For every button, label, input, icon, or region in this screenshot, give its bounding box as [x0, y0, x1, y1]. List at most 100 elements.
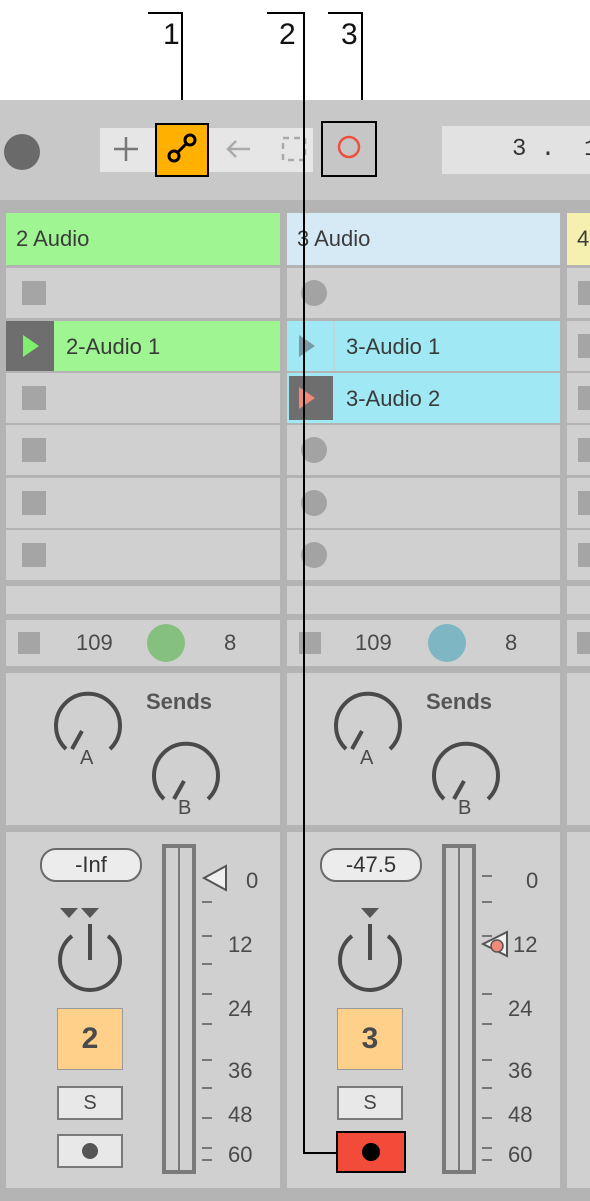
send-b-label: B [458, 797, 472, 819]
link-button[interactable] [155, 123, 209, 177]
clip-slot[interactable] [6, 530, 280, 580]
stop-button-icon[interactable] [22, 491, 46, 515]
arm-button[interactable] [57, 1134, 123, 1168]
clip-divider [333, 321, 335, 371]
callout-2: 2 [279, 18, 296, 51]
clip-slot[interactable] [567, 530, 590, 580]
stop-button-icon[interactable] [22, 438, 46, 462]
meter-tick: 24 [508, 996, 533, 1021]
pan-dial-icon[interactable] [330, 902, 410, 992]
stop-all-icon[interactable] [577, 632, 590, 654]
volume-readout[interactable]: -47.5 [320, 848, 422, 882]
track-name: 3 Audio [297, 226, 371, 251]
stop-button-icon[interactable] [578, 438, 590, 462]
meter-tick: 48 [228, 1102, 253, 1127]
circle-record-icon [335, 133, 363, 166]
callout-3-line [328, 12, 363, 14]
volume-readout[interactable]: -Inf [40, 848, 142, 882]
empty-slot-row [287, 586, 560, 614]
io-right-value: 8 [505, 630, 518, 655]
level-meter [442, 844, 476, 1174]
meter-tick: 24 [228, 996, 253, 1021]
volume-fader-icon[interactable] [477, 930, 511, 958]
metronome-dot[interactable] [4, 134, 40, 170]
stop-button-icon[interactable] [578, 386, 590, 410]
clip-slot[interactable] [567, 373, 590, 423]
callout-3: 3 [341, 18, 358, 51]
session-record-button[interactable] [321, 121, 377, 177]
mixer-panel [567, 832, 590, 1188]
io-right-value: 8 [224, 630, 237, 655]
track-activator-button[interactable]: 2 [57, 1008, 123, 1070]
stop-button-icon[interactable] [578, 281, 590, 305]
send-b-label: B [178, 797, 192, 819]
track-header-2[interactable]: 2 Audio [6, 213, 280, 265]
track-name: 4 [577, 226, 590, 251]
arrow-left-icon[interactable] [220, 123, 256, 175]
clip-slot[interactable] [567, 425, 590, 475]
solo-button[interactable]: S [337, 1086, 403, 1120]
clip-slot[interactable]: 3-Audio 1 [287, 321, 560, 371]
clip-slot[interactable]: 2-Audio 1 [6, 321, 280, 371]
clip-slot[interactable] [567, 268, 590, 318]
plus-icon[interactable] [104, 123, 148, 175]
mixer-panel: -47.5 3 S 0 12 24 36 48 60 [287, 832, 560, 1188]
callout-1-line [148, 12, 183, 14]
track-activator-button[interactable]: 3 [337, 1008, 403, 1070]
clip-slot[interactable] [287, 478, 560, 528]
clip-slot[interactable]: 3-Audio 2 [287, 373, 560, 423]
arm-button-active[interactable] [336, 1131, 406, 1173]
io-left-value: 109 [76, 630, 113, 655]
clip-slot[interactable] [6, 425, 280, 475]
mixer-panel: -Inf 2 S 0 12 24 36 48 60 [6, 832, 280, 1188]
track-name: 2 Audio [16, 226, 90, 251]
pan-knob-icon[interactable] [428, 624, 466, 662]
callout-2-line-v [303, 12, 305, 1154]
clip-name: 2-Audio 1 [66, 334, 161, 359]
track-header-3[interactable]: 3 Audio [287, 213, 560, 265]
stop-button-icon[interactable] [22, 543, 46, 567]
play-icon[interactable] [6, 321, 54, 371]
stop-button-icon[interactable] [22, 386, 46, 410]
link-icon [165, 131, 199, 170]
io-row: 109 8 [287, 620, 560, 666]
track-header-4[interactable]: 4 [567, 213, 590, 265]
clip-slot[interactable] [287, 268, 560, 318]
record-dot-icon [362, 1143, 380, 1161]
stop-button-icon[interactable] [578, 543, 590, 567]
position-value: 3 . 1 [512, 136, 590, 163]
sends-panel [567, 673, 590, 825]
stop-button-icon[interactable] [578, 491, 590, 515]
meter-tick: 0 [246, 868, 259, 893]
meter-scale [482, 852, 496, 1172]
clip-slot[interactable] [567, 478, 590, 528]
dashed-square-icon[interactable] [276, 123, 312, 175]
io-left-value: 109 [355, 630, 392, 655]
stop-button-icon[interactable] [578, 334, 590, 358]
stop-button-icon[interactable] [22, 281, 46, 305]
sends-label: Sends [426, 689, 493, 714]
clip-slot[interactable] [567, 321, 590, 371]
sends-panel: Sends A B [287, 673, 560, 825]
empty-slot-row [567, 586, 590, 614]
session-view: 2 Audio 3 Audio 4 2-Audio 1 3-Audio 1 3-… [0, 200, 590, 1201]
meter-tick: 60 [228, 1142, 253, 1167]
play-triggered-icon[interactable] [289, 376, 333, 420]
clip-name: 3-Audio 1 [346, 334, 441, 359]
clip-slot[interactable] [287, 530, 560, 580]
pan-knob-icon[interactable] [147, 624, 185, 662]
empty-slot-row [6, 586, 280, 614]
meter-tick: 36 [508, 1058, 533, 1083]
clip-slot[interactable] [6, 478, 280, 528]
stop-all-icon[interactable] [18, 632, 40, 654]
pan-dial-icon[interactable] [50, 902, 130, 992]
clip-slot[interactable] [287, 425, 560, 475]
clip-slot[interactable] [6, 268, 280, 318]
play-icon[interactable] [287, 321, 333, 371]
clip-name: 3-Audio 2 [346, 386, 441, 411]
io-row [567, 620, 590, 666]
record-dot-icon [82, 1143, 98, 1159]
solo-button[interactable]: S [57, 1086, 123, 1120]
clip-slot[interactable] [6, 373, 280, 423]
meter-tick: 36 [228, 1058, 253, 1083]
